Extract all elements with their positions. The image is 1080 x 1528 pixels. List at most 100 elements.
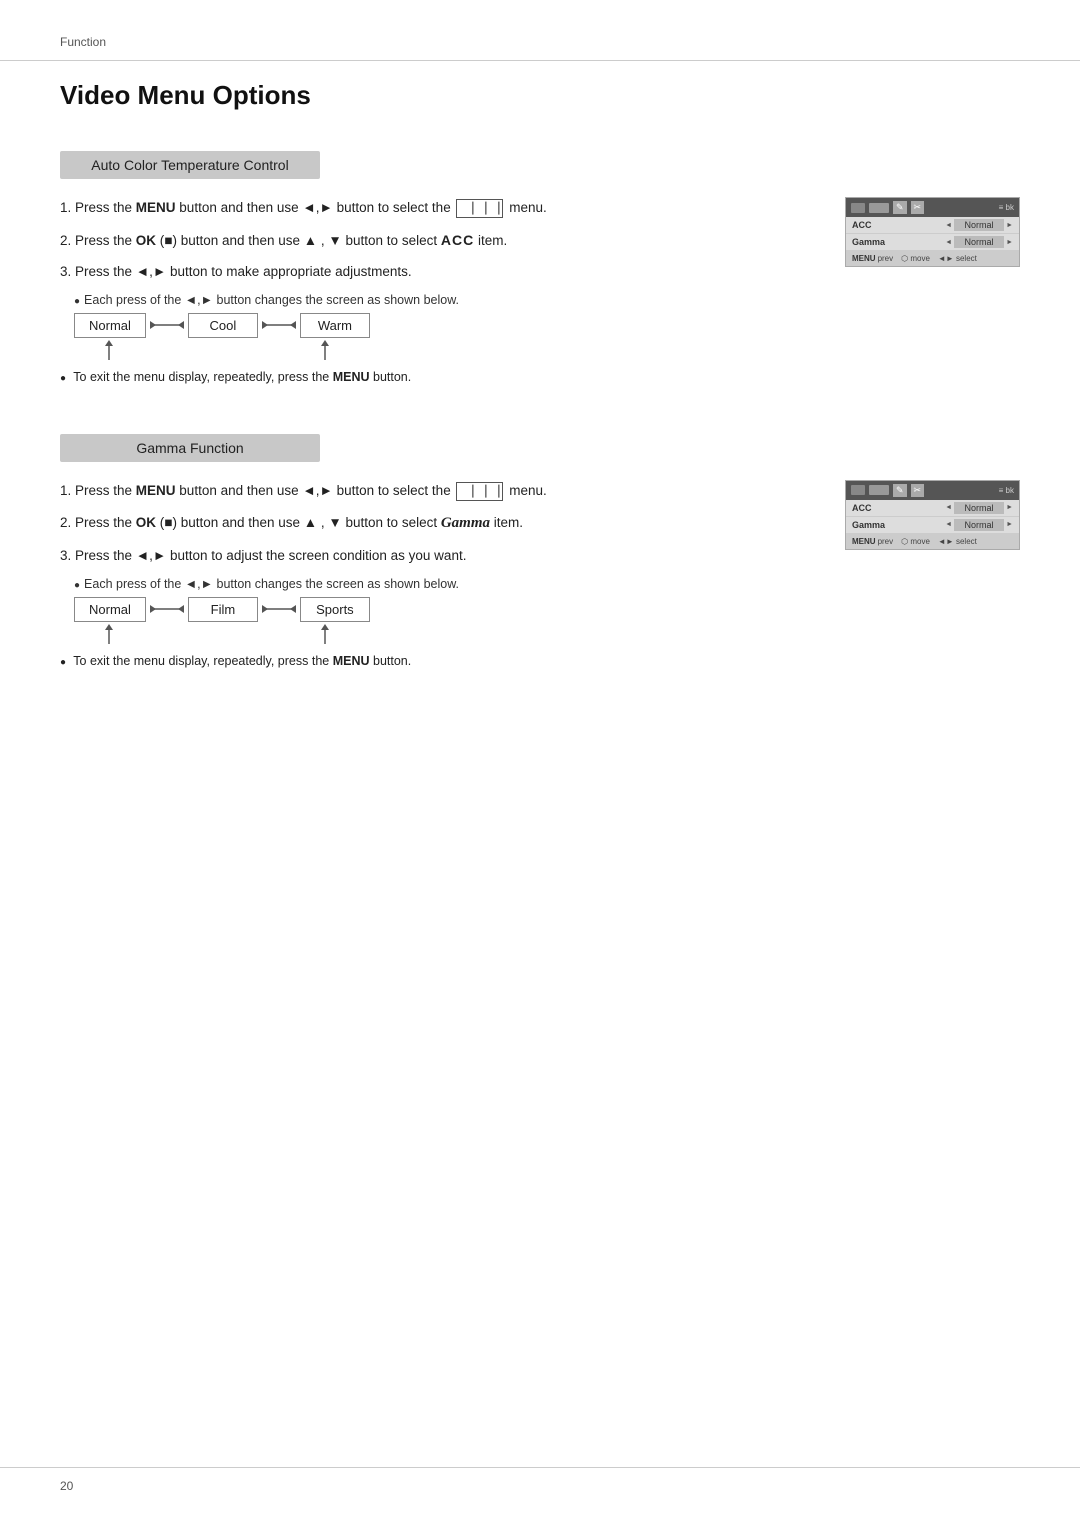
preview-icon-3 — [851, 485, 865, 495]
acc-step2: 2. Press the OK (■) button and then use … — [60, 229, 815, 252]
preview-tri-left-acc: ◄ — [945, 222, 952, 229]
preview-tri-left-gamma-2: ◄ — [945, 521, 952, 528]
acc-step3: 3. Press the ◄,► button to make appropri… — [60, 261, 815, 283]
main-content: Video Menu Options Auto Color Temperatur… — [60, 80, 1020, 718]
ok-bold-1: OK — [136, 233, 156, 248]
preview-bottom-2: MENU prev ⬡ move ◄► select — [846, 534, 1019, 549]
double-arrow-3 — [148, 600, 186, 618]
preview-select-label: ◄► select — [938, 254, 977, 263]
gamma-screen-preview: ✎ ✂ ≡ bk ACC ◄ Normal ► Gamma ◄ — [845, 480, 1020, 550]
acc-item-bold: ACC — [441, 232, 474, 248]
preview-row-gamma-2: Gamma ◄ Normal ► — [846, 517, 1019, 534]
section-acc-body: 1. Press the MENU button and then use ◄,… — [60, 197, 1020, 384]
preview-label-acc: ACC — [852, 220, 872, 230]
menu-icon-1: ⎹⎹⎹ — [456, 199, 503, 218]
preview-icon-1 — [851, 203, 865, 213]
acc-exit-note: To exit the menu display, repeatedly, pr… — [60, 370, 815, 384]
menu-bold-2: MENU — [136, 483, 176, 498]
preview-tri-right-gamma-2: ► — [1006, 521, 1013, 528]
preview-move-label: ⬡ move — [901, 254, 930, 263]
preview-topbar-right: ≡ bk — [999, 203, 1014, 212]
acc-cycle-row: Normal Cool — [74, 313, 815, 338]
section-acc-text: 1. Press the MENU button and then use ◄,… — [60, 197, 845, 384]
menu-icon-2: ⎹⎹⎹ — [456, 482, 503, 501]
gamma-option-film: Film — [188, 597, 258, 622]
double-arrow-4 — [260, 600, 298, 618]
preview-tri-left-gamma: ◄ — [945, 239, 952, 246]
section-acc: Auto Color Temperature Control 1. Press … — [60, 151, 1020, 384]
section-gamma-header: Gamma Function — [60, 434, 320, 462]
menu-bold-exit1: MENU — [333, 370, 370, 384]
section-gamma-text: 1. Press the MENU button and then use ◄,… — [60, 480, 845, 668]
preview-val-gamma: Normal — [954, 236, 1004, 248]
top-border — [0, 60, 1080, 61]
double-arrow-1 — [148, 316, 186, 334]
preview-row-gamma-1: Gamma ◄ Normal ► — [846, 234, 1019, 251]
preview-topbar-1: ✎ ✂ ≡ bk — [846, 198, 1019, 217]
preview-topbar-2: ✎ ✂ ≡ bk — [846, 481, 1019, 500]
page-title: Video Menu Options — [60, 80, 1020, 111]
preview-tri-left-acc-2: ◄ — [945, 504, 952, 511]
preview-tri-right-acc: ► — [1006, 222, 1013, 229]
gamma-step3: 3. Press the ◄,► button to adjust the sc… — [60, 545, 815, 567]
preview-label-acc-2: ACC — [852, 503, 872, 513]
acc-cycle: Normal Cool — [74, 313, 815, 360]
menu-bold-1: MENU — [136, 200, 176, 215]
acc-note1: Each press of the ◄,► button changes the… — [74, 293, 815, 307]
gamma-cycle: Normal Film — [74, 597, 815, 644]
double-arrow-2 — [260, 316, 298, 334]
preview-topbar-right-2: ≡ bk — [999, 486, 1014, 495]
preview-icon-pencil2: ✂ — [911, 201, 925, 214]
preview-menu-label: MENU prev — [852, 254, 893, 263]
gamma-step2: 2. Press the OK (■) button and then use … — [60, 511, 815, 535]
gamma-exit-note: To exit the menu display, repeatedly, pr… — [60, 654, 815, 668]
preview-icon-2 — [869, 203, 889, 213]
preview-row-acc-1: ACC ◄ Normal ► — [846, 217, 1019, 234]
page-number: 20 — [60, 1479, 73, 1493]
acc-option-warm: Warm — [300, 313, 370, 338]
preview-val-acc-2: Normal — [954, 502, 1004, 514]
preview-tri-right-acc-2: ► — [1006, 504, 1013, 511]
up-arrow-left-2 — [100, 622, 118, 644]
section-acc-header: Auto Color Temperature Control — [60, 151, 320, 179]
preview-label-gamma: Gamma — [852, 237, 885, 247]
breadcrumb: Function — [60, 35, 106, 49]
preview-menu-label-2: MENU prev — [852, 537, 893, 546]
preview-value-acc-2: ◄ Normal ► — [945, 502, 1013, 514]
gamma-option-normal: Normal — [74, 597, 146, 622]
preview-icon-4 — [869, 485, 889, 495]
preview-select-label-2: ◄► select — [938, 537, 977, 546]
ok-bold-2: OK — [136, 515, 156, 530]
preview-val-acc: Normal — [954, 219, 1004, 231]
gamma-up-arrows — [74, 622, 815, 644]
up-arrow-right — [316, 338, 334, 360]
preview-icon-pencil3: ✎ — [893, 484, 907, 497]
menu-bold-exit2: MENU — [333, 654, 370, 668]
preview-value-gamma-2: ◄ Normal ► — [945, 519, 1013, 531]
preview-row-acc-2: ACC ◄ Normal ► — [846, 500, 1019, 517]
section-gamma-body: 1. Press the MENU button and then use ◄,… — [60, 480, 1020, 668]
gamma-option-sports: Sports — [300, 597, 370, 622]
preview-label-gamma-2: Gamma — [852, 520, 885, 530]
preview-icon-pencil: ✎ — [893, 201, 907, 214]
preview-val-gamma-2: Normal — [954, 519, 1004, 531]
preview-move-label-2: ⬡ move — [901, 537, 930, 546]
up-arrow-right-2 — [316, 622, 334, 644]
section-gamma: Gamma Function 1. Press the MENU button … — [60, 434, 1020, 668]
bottom-border — [0, 1467, 1080, 1468]
gamma-step1: 1. Press the MENU button and then use ◄,… — [60, 480, 815, 502]
acc-option-cool: Cool — [188, 313, 258, 338]
acc-up-arrows — [74, 338, 815, 360]
preview-value-gamma: ◄ Normal ► — [945, 236, 1013, 248]
preview-bottom-1: MENU prev ⬡ move ◄► select — [846, 251, 1019, 266]
acc-screen-preview: ✎ ✂ ≡ bk ACC ◄ Normal ► Gamma ◄ — [845, 197, 1020, 267]
gamma-note1: Each press of the ◄,► button changes the… — [74, 577, 815, 591]
preview-value-acc: ◄ Normal ► — [945, 219, 1013, 231]
preview-tri-right-gamma: ► — [1006, 239, 1013, 246]
up-arrow-left — [100, 338, 118, 360]
gamma-cycle-row: Normal Film — [74, 597, 815, 622]
gamma-item-bold: Gamma — [441, 515, 490, 531]
acc-step1: 1. Press the MENU button and then use ◄,… — [60, 197, 815, 219]
preview-icon-pencil4: ✂ — [911, 484, 925, 497]
acc-option-normal: Normal — [74, 313, 146, 338]
